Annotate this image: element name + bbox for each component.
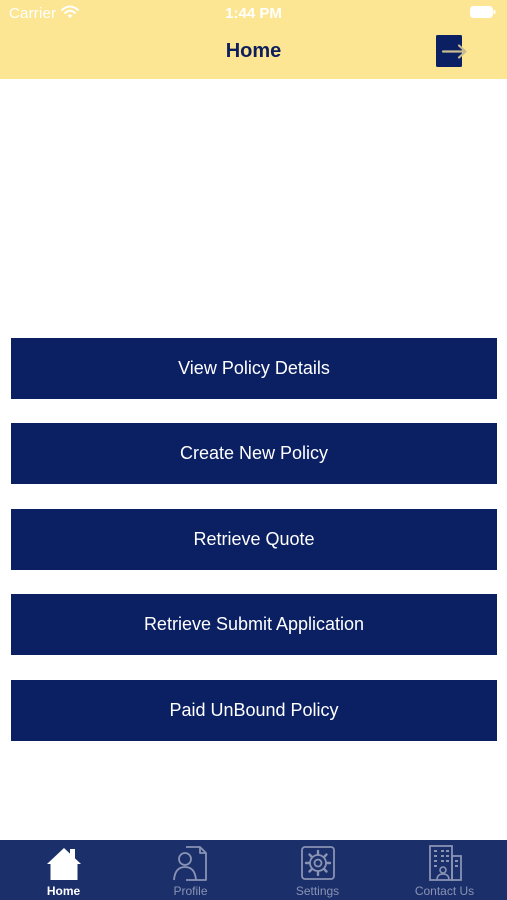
tab-contact-us[interactable]: Contact Us (381, 840, 507, 900)
tab-bar: Home Profile Settings Contact Us (0, 840, 507, 900)
tab-home-label: Home (46, 884, 81, 898)
tab-settings-label: Settings (295, 884, 340, 898)
profile-document-icon (172, 846, 207, 881)
tab-contact-us-label: Contact Us (414, 884, 475, 898)
page-title: Home (225, 40, 282, 62)
nav-header: Carrier 1:44 PM Home (0, 0, 507, 79)
paid-unbound-policy-button[interactable]: Paid UnBound Policy (11, 680, 497, 741)
tab-home[interactable]: Home (0, 840, 127, 900)
battery-icon (470, 6, 496, 18)
tab-settings[interactable]: Settings (254, 840, 381, 900)
tab-profile[interactable]: Profile (127, 840, 254, 900)
view-policy-details-button[interactable]: View Policy Details (11, 338, 497, 399)
contact-building-icon (428, 845, 462, 881)
create-new-policy-button[interactable]: Create New Policy (11, 423, 497, 484)
retrieve-submit-application-button[interactable]: Retrieve Submit Application (11, 594, 497, 655)
home-icon (46, 848, 81, 880)
logout-exit-icon (436, 35, 467, 67)
status-time: 1:44 PM (225, 5, 282, 22)
status-bar: Carrier 1:44 PM (0, 0, 507, 28)
settings-gear-icon (300, 846, 335, 880)
tab-profile-label: Profile (173, 884, 208, 898)
logout-button[interactable] (434, 34, 470, 70)
retrieve-quote-button[interactable]: Retrieve Quote (11, 509, 497, 570)
